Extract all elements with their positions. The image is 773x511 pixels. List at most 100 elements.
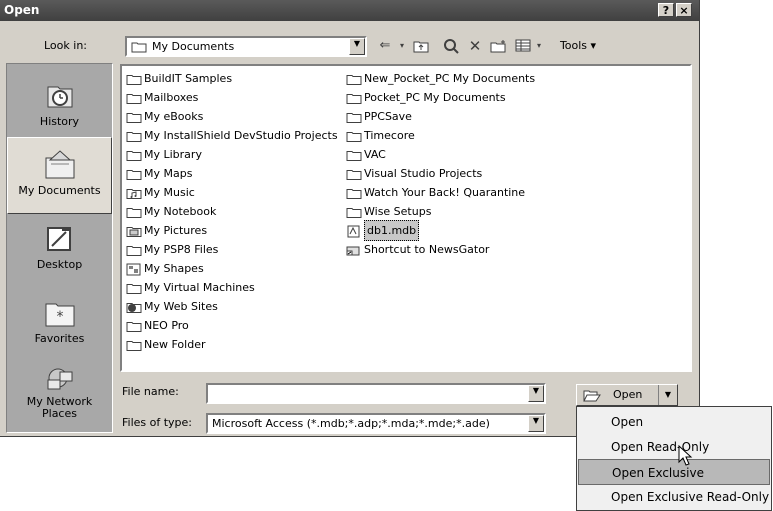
place-desktop[interactable]: Desktop	[7, 222, 112, 282]
list-item[interactable]: My Music	[126, 183, 338, 202]
open-dropdown-icon[interactable]: ▼	[658, 385, 677, 405]
list-item[interactable]: My eBooks	[126, 107, 338, 126]
list-item-label: New Folder	[144, 338, 206, 351]
up-folder-icon[interactable]	[410, 37, 432, 55]
list-item[interactable]: My Web Sites	[126, 297, 338, 316]
folder-icon	[126, 130, 142, 142]
open-options-menu: Open Open Read-Only Open Exclusive Open …	[576, 406, 772, 511]
folder-icon	[126, 320, 142, 332]
favorites-icon: *	[45, 303, 74, 327]
look-in-value: My Documents	[152, 40, 235, 53]
list-item[interactable]: My Notebook	[126, 202, 338, 221]
title-bar: Open ? ×	[0, 0, 699, 21]
open-button[interactable]: Open	[577, 385, 659, 405]
back-dropdown-icon[interactable]: ▾	[396, 37, 408, 55]
list-item[interactable]: My Shapes	[126, 259, 338, 278]
folder-icon	[346, 168, 362, 180]
list-item[interactable]: db1.mdb	[346, 220, 535, 241]
list-item[interactable]: Visual Studio Projects	[346, 164, 535, 183]
folder-icon	[346, 206, 362, 218]
list-item-label: My Virtual Machines	[144, 281, 255, 294]
list-item-label: New_Pocket_PC My Documents	[364, 72, 536, 85]
file-type-value: Microsoft Access (*.mdb;*.adp;*.mda;*.md…	[212, 417, 490, 430]
list-item[interactable]: New_Pocket_PC My Documents	[346, 69, 535, 88]
help-button[interactable]: ?	[658, 3, 674, 17]
list-item-label: My Library	[144, 148, 202, 161]
list-item-label: My Shapes	[144, 262, 204, 275]
place-my-documents[interactable]: My Documents	[7, 137, 112, 214]
list-item-label: PPCSave	[364, 110, 412, 123]
folder-icon	[126, 149, 142, 161]
list-item[interactable]: VAC	[346, 145, 535, 164]
list-item[interactable]: Timecore	[346, 126, 535, 145]
list-item[interactable]: Wise Setups	[346, 202, 535, 221]
file-list[interactable]: BuildIT Samples Mailboxes My eBooks My Inst…	[120, 64, 692, 372]
list-item[interactable]: Mailboxes	[126, 88, 338, 107]
close-button[interactable]: ×	[676, 3, 692, 17]
place-favorites[interactable]: * Favorites	[7, 298, 112, 358]
my-documents-icon	[45, 150, 74, 179]
folder-icon	[346, 187, 362, 199]
list-item[interactable]: BuildIT Samples	[126, 69, 338, 88]
chevron-down-icon[interactable]: ▼	[528, 415, 544, 432]
folder-icon	[126, 168, 142, 180]
menu-open-read-only[interactable]: Open Read-Only	[578, 434, 770, 460]
search-web-icon[interactable]	[440, 37, 462, 55]
folder-icon	[126, 111, 142, 123]
desktop-icon	[46, 227, 71, 251]
file-type-select[interactable]: Microsoft Access (*.mdb;*.adp;*.mda;*.md…	[206, 413, 546, 434]
delete-icon[interactable]: ✕	[464, 37, 486, 55]
pictures-folder-icon	[126, 225, 142, 237]
open-folder-icon	[583, 390, 601, 402]
list-item-label: My Music	[144, 186, 195, 199]
open-button-label: Open	[613, 388, 643, 401]
views-dropdown-icon[interactable]: ▾	[534, 37, 544, 55]
folder-icon	[346, 130, 362, 142]
list-item[interactable]: New Folder	[126, 335, 338, 354]
list-item[interactable]: Watch Your Back! Quarantine	[346, 183, 535, 202]
list-item-label: My eBooks	[144, 110, 204, 123]
tools-menu[interactable]: Tools ▾	[548, 37, 608, 55]
list-item[interactable]: My Maps	[126, 164, 338, 183]
look-in-label: Look in:	[44, 39, 87, 52]
chevron-down-icon[interactable]: ▼	[349, 38, 365, 55]
list-item[interactable]: Shortcut to NewsGator	[346, 240, 535, 259]
list-item[interactable]: My Pictures	[126, 221, 338, 240]
file-name-label: File name:	[122, 385, 179, 398]
file-name-input[interactable]: ▼	[206, 383, 546, 404]
mouse-cursor-icon	[678, 445, 693, 466]
list-item[interactable]: My Virtual Machines	[126, 278, 338, 297]
new-folder-icon[interactable]	[488, 37, 510, 55]
list-item-label: My InstallShield DevStudio Projects	[144, 129, 338, 142]
list-item-label: Pocket_PC My Documents	[364, 91, 506, 104]
place-label: History	[39, 115, 80, 128]
folder-icon	[126, 282, 142, 294]
place-history[interactable]: History	[7, 81, 112, 133]
list-item-label: Wise Setups	[364, 205, 432, 218]
list-item-label: BuildIT Samples	[144, 72, 233, 85]
folder-icon	[346, 111, 362, 123]
chevron-down-icon[interactable]: ▼	[528, 385, 544, 402]
list-item[interactable]: My Library	[126, 145, 338, 164]
shapes-folder-icon	[126, 263, 142, 275]
views-icon[interactable]	[512, 37, 534, 55]
folder-icon	[126, 206, 142, 218]
list-item[interactable]: My InstallShield DevStudio Projects	[126, 126, 338, 145]
folder-icon	[126, 339, 142, 351]
network-places-icon	[47, 368, 72, 390]
place-label: Desktop	[36, 258, 83, 271]
list-item[interactable]: PPCSave	[346, 107, 535, 126]
open-split-button[interactable]: Open ▼	[576, 384, 678, 406]
look-in-combo[interactable]: My Documents ▼	[125, 36, 367, 57]
list-item-label: My Pictures	[144, 224, 208, 237]
place-network[interactable]: My Network Places	[7, 366, 112, 430]
list-item[interactable]: My PSP8 Files	[126, 240, 338, 259]
list-item[interactable]: Pocket_PC My Documents	[346, 88, 535, 107]
menu-open-exclusive[interactable]: Open Exclusive	[578, 459, 770, 485]
list-item-label: VAC	[364, 148, 386, 161]
back-icon[interactable]: ⇐	[374, 37, 396, 55]
menu-open-exclusive-read-only[interactable]: Open Exclusive Read-Only	[578, 484, 770, 510]
list-item[interactable]: NEO Pro	[126, 316, 338, 335]
menu-open[interactable]: Open	[578, 409, 770, 435]
list-item-label: My Web Sites	[144, 300, 218, 313]
